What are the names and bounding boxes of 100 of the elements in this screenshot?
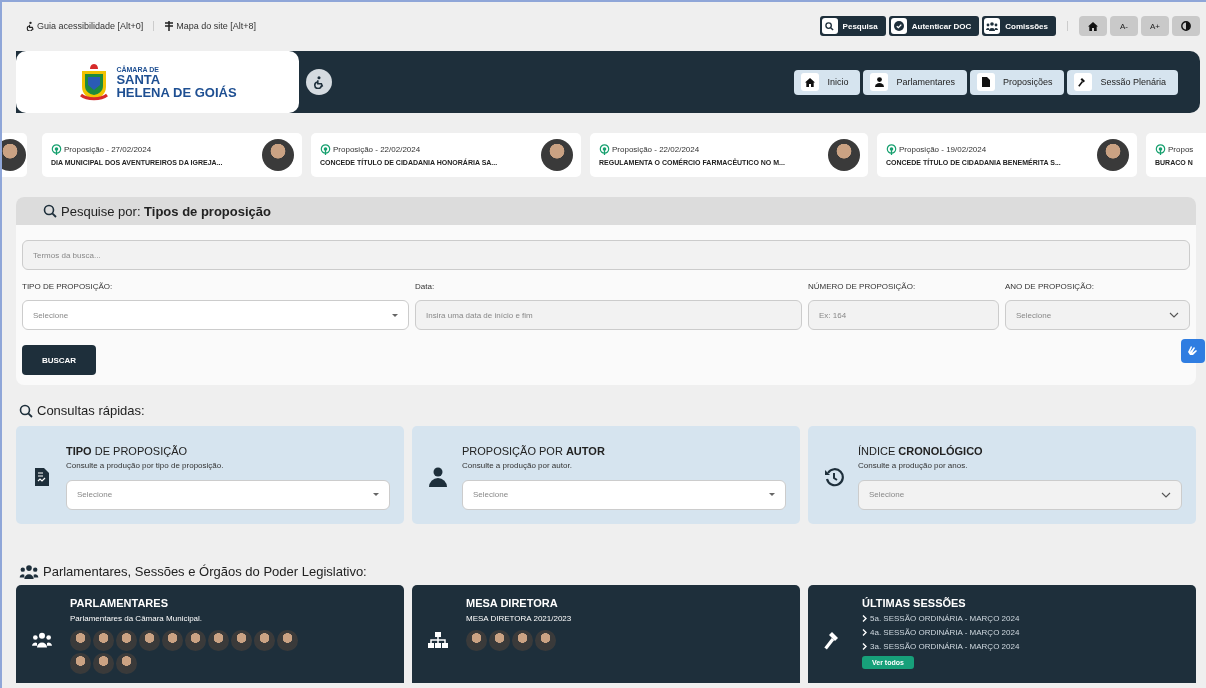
- search-field[interactable]: Termos da busca...: [22, 240, 1190, 270]
- group-icon: [986, 21, 999, 31]
- photo-placeholder: [535, 630, 556, 651]
- photo-placeholder: [466, 630, 487, 651]
- select-field[interactable]: Selecione: [462, 479, 786, 510]
- card-title: ÍNDICE CRONOLÓGICO: [858, 444, 984, 457]
- font-size-button[interactable]: A-: [1110, 16, 1138, 36]
- photo-placeholder: [93, 630, 114, 651]
- photo-placeholder: [70, 653, 91, 674]
- input-field[interactable]: Insira uma data de início e fim: [415, 300, 802, 330]
- document-icon: [35, 468, 49, 486]
- proposal-card[interactable]: [2, 133, 27, 177]
- search-icon: [43, 204, 57, 218]
- photo-placeholder: [277, 630, 298, 651]
- top-link[interactable]: Guia acessibilidade [Alt+0]: [26, 21, 144, 31]
- font-size-button[interactable]: A+: [1141, 16, 1169, 36]
- photo-placeholder: [254, 630, 275, 651]
- hands-icon: [1186, 344, 1200, 358]
- photo-placeholder: [139, 630, 160, 651]
- card-title: ÚLTIMAS SESSÕES: [862, 597, 967, 609]
- session-link[interactable]: 5a. SESSÃO ORDINÁRIA - MARÇO 2024: [870, 614, 1020, 623]
- broadcast-icon: [1155, 144, 1166, 155]
- field-label: Data:: [415, 282, 436, 291]
- field-label: NÚMERO DE PROPOSIÇÃO:: [808, 282, 917, 291]
- chevron-down-icon: [1161, 491, 1171, 498]
- photo-placeholder: [541, 139, 573, 171]
- nav-button[interactable]: Proposições: [969, 69, 1065, 95]
- contrast-icon: [1181, 21, 1191, 31]
- sign-language-button[interactable]: [1181, 339, 1205, 363]
- session-link[interactable]: 3a. SESSÃO ORDINÁRIA - MARÇO 2024: [870, 642, 1020, 651]
- proposal-date: Proposição - 22/02/2024: [333, 145, 421, 154]
- photo-placeholder: [1097, 139, 1129, 171]
- check-circle-icon: [893, 21, 904, 31]
- quick-button[interactable]: Pesquisa: [819, 16, 886, 36]
- group-icon: [19, 564, 39, 579]
- card-description: Parlamentares da Câmara Municipal.: [70, 614, 204, 623]
- card-description: MESA DIRETORA 2021/2023: [466, 614, 573, 623]
- photo-placeholder: [2, 139, 26, 171]
- card-description: Consulte a produção por tipo de proposição.: [66, 460, 225, 470]
- photo-placeholder: [512, 630, 533, 651]
- proposal-date: Proposição - 27/02/2024: [64, 145, 152, 154]
- photo-placeholder: [828, 139, 860, 171]
- section-title: Consultas rápidas:: [37, 403, 145, 418]
- photo-placeholder: [185, 630, 206, 651]
- photo-placeholder: [489, 630, 510, 651]
- quick-button[interactable]: Comissões: [982, 16, 1056, 36]
- photo-placeholder: [162, 630, 183, 651]
- field-label: TIPO DE PROPOSIÇÃO:: [22, 282, 114, 291]
- logo-title: SANTA: [116, 72, 162, 86]
- accessibility-icon: [26, 21, 35, 31]
- select-field[interactable]: Selecione: [22, 300, 409, 330]
- broadcast-icon: [51, 144, 62, 155]
- wheelchair-icon: [313, 75, 325, 89]
- proposal-date: Proposição - 19/02/2024: [899, 145, 987, 154]
- field-label: ANO DE PROPOSIÇÃO:: [1005, 282, 1095, 291]
- nav-button[interactable]: Sessão Plenária: [1067, 69, 1178, 95]
- select-field[interactable]: Selecione: [66, 479, 390, 510]
- search-icon: [19, 403, 33, 418]
- card-title: PARLAMENTARES: [70, 597, 169, 609]
- home-icon: [1088, 21, 1098, 31]
- history-icon: [824, 467, 844, 487]
- search-icon: [825, 21, 835, 31]
- signpost-icon: [164, 21, 175, 31]
- search-button[interactable]: BUSCAR: [22, 345, 96, 375]
- top-link[interactable]: Mapa do site [Alt+8]: [164, 21, 257, 31]
- card-title: TIPO DE PROPOSIÇÃO: [66, 444, 189, 457]
- photo-placeholder: [116, 630, 137, 651]
- quick-button[interactable]: Autenticar DOC: [888, 16, 980, 36]
- card-title: PROPOSIÇÃO POR AUTOR: [462, 444, 606, 457]
- card-title: MESA DIRETORA: [466, 597, 559, 609]
- search-title: Pesquise por: Tipos de proposição: [61, 203, 271, 219]
- session-link[interactable]: 4a. SESSÃO ORDINÁRIA - MARÇO 2024: [870, 628, 1020, 637]
- home-icon: [805, 77, 816, 87]
- person-icon: [429, 467, 447, 487]
- photo-placeholder: [70, 630, 91, 651]
- photo-placeholder: [208, 630, 229, 651]
- logo-title: HELENA DE GOIÁS: [116, 85, 237, 99]
- card-description: Consulte a produção por anos.: [858, 460, 969, 470]
- photo-placeholder: [116, 653, 137, 674]
- broadcast-icon: [320, 144, 331, 155]
- photo-placeholder: [262, 139, 294, 171]
- broadcast-icon: [599, 144, 610, 155]
- photo-placeholder: [93, 653, 114, 674]
- nav-button[interactable]: Inicio: [794, 69, 861, 95]
- contrast-button[interactable]: [1172, 16, 1200, 36]
- accessibility-button[interactable]: [306, 69, 332, 95]
- proposal-date: Propos: [1168, 145, 1194, 154]
- section-title: Parlamentares, Sessões e Órgãos do Poder Legislativo:: [43, 564, 367, 579]
- broadcast-icon: [886, 144, 897, 155]
- document-icon: [981, 77, 990, 87]
- chevron-down-icon: [1169, 312, 1179, 318]
- input-field[interactable]: Ex: 164: [808, 300, 999, 330]
- person-icon: [874, 77, 884, 87]
- home-button[interactable]: [1079, 16, 1107, 36]
- org-chart-icon: [428, 632, 448, 648]
- nav-button[interactable]: Parlamentares: [863, 69, 967, 95]
- group-icon: [32, 631, 52, 649]
- proposal-date: Proposição - 22/02/2024: [612, 145, 700, 154]
- card-description: Consulte a produção por autor.: [462, 460, 573, 470]
- photo-placeholder: [231, 630, 252, 651]
